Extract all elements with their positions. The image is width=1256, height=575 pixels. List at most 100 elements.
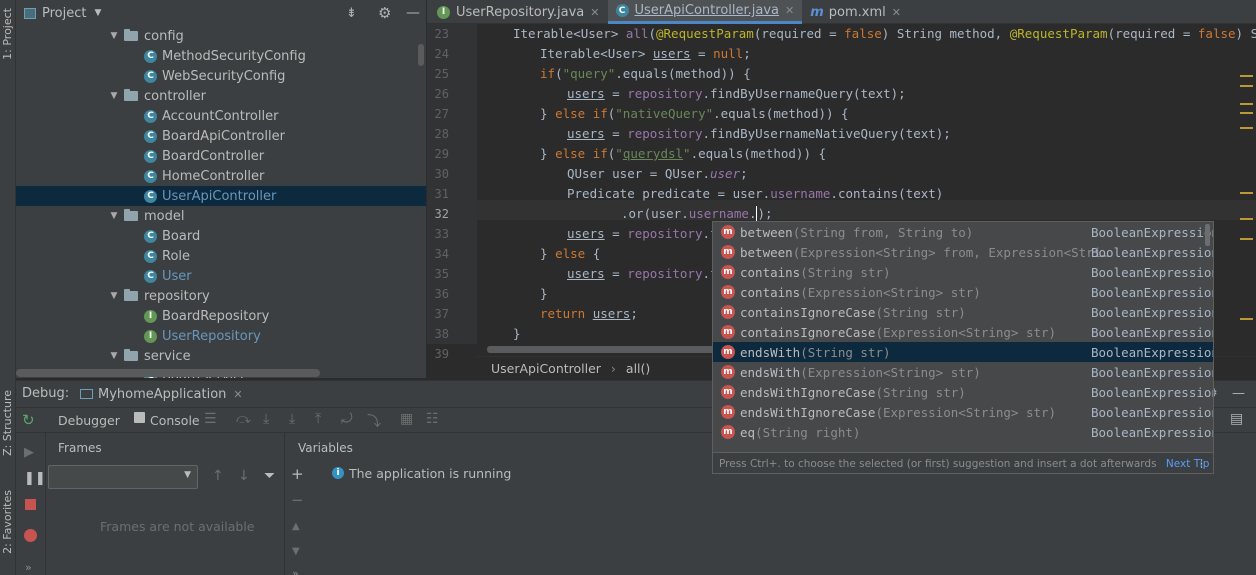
tree-item-homecontroller[interactable]: C HomeController <box>16 166 426 186</box>
tree-item-controller[interactable]: ▼ controller <box>16 86 426 106</box>
tree-item-board[interactable]: C Board <box>16 226 426 246</box>
tree-item-boardrepository[interactable]: I BoardRepository <box>16 306 426 326</box>
completion-item[interactable]: m endsWithIgnoreCase (String str) BooleanEx… <box>713 382 1213 402</box>
minimize-icon[interactable]: — <box>1232 386 1245 401</box>
move-up-icon[interactable]: ▲ <box>292 521 300 532</box>
debug-config-tab[interactable]: MyhomeApplication ✕ <box>80 381 243 407</box>
favorites-tool-button[interactable]: 2: Favorites <box>1 490 14 554</box>
completion-name: contains <box>740 264 801 280</box>
minus-icon[interactable]: − <box>291 491 304 509</box>
error-stripe-mark[interactable] <box>1240 318 1253 320</box>
tab-user-api-controller[interactable]: C UserApiController.java ✕ <box>607 0 803 24</box>
more-vert-icon[interactable]: ⋮ <box>1197 453 1208 473</box>
chevron-down-icon[interactable]: ▼ <box>108 211 120 221</box>
menu-icon[interactable]: ☰ <box>204 411 217 427</box>
completion-item[interactable]: m endsWith (Expression<String> str) Boolean… <box>713 362 1213 382</box>
tab-pom-xml[interactable]: m pom.xml ✕ <box>802 0 909 24</box>
running-message: The application is running <box>349 466 512 481</box>
collapse-all-icon[interactable]: ⇟ <box>346 6 357 21</box>
close-icon[interactable]: ✕ <box>892 6 901 19</box>
error-stripe-mark[interactable] <box>1240 127 1253 129</box>
popup-scrollbar[interactable] <box>1205 224 1210 246</box>
more-icon[interactable]: » <box>292 567 299 575</box>
step-into-icon[interactable]: ⤓ <box>263 411 269 427</box>
arrow-up-icon[interactable]: ↑ <box>212 468 224 484</box>
tree-item-service[interactable]: ▼ service <box>16 346 426 366</box>
error-stripe-mark[interactable] <box>1240 85 1253 87</box>
tree-item-model[interactable]: ▼ model <box>16 206 426 226</box>
error-stripe-mark[interactable] <box>1240 75 1253 77</box>
breadcrumb-class[interactable]: UserApiController <box>491 361 601 376</box>
stop-icon[interactable] <box>25 499 36 510</box>
force-step-into-icon[interactable]: ⤓ <box>289 411 295 427</box>
drop-frame-icon[interactable]: ⤾ <box>341 411 353 427</box>
chevron-down-icon[interactable]: ▼ <box>108 291 120 301</box>
tree-item-repository[interactable]: ▼ repository <box>16 286 426 306</box>
chevron-down-icon[interactable]: ▼ <box>108 351 120 361</box>
completion-item[interactable]: m endsWith (String str) BooleanExpression <box>713 342 1213 362</box>
minimize-icon[interactable]: — <box>406 5 420 21</box>
error-stripe-mark[interactable] <box>1240 238 1253 240</box>
structure-tool-button[interactable]: Z: Structure <box>1 390 14 456</box>
trace-icon[interactable]: ☷ <box>426 411 439 427</box>
filter-icon[interactable]: ⏷ <box>264 468 275 484</box>
error-stripe-mark[interactable] <box>1240 112 1253 114</box>
tab-user-repository[interactable]: I UserRepository.java ✕ <box>427 0 608 24</box>
completion-name: containsIgnoreCase <box>740 324 876 340</box>
tree-item-methodsecurityconfig[interactable]: C MethodSecurityConfig <box>16 46 426 66</box>
completion-item[interactable]: m contains (Expression<String> str) Boolean… <box>713 282 1213 302</box>
layout-icon[interactable]: ▤ <box>1230 411 1243 427</box>
completion-item[interactable]: m endsWithIgnoreCase (Expression<String> s… <box>713 402 1213 422</box>
completion-hint: Press Ctrl+. to choose the selected (or … <box>719 458 1157 470</box>
interface-icon: I <box>437 5 450 19</box>
breadcrumb-method[interactable]: all() <box>626 361 650 376</box>
tree-item-boardapicontroller[interactable]: C BoardApiController <box>16 126 426 146</box>
more-icon[interactable]: » <box>25 561 32 574</box>
step-over-icon[interactable]: ⤼ <box>236 411 251 427</box>
vertical-scrollbar[interactable] <box>418 44 424 66</box>
resume-icon[interactable]: ▶ <box>24 445 34 460</box>
tree-item-boardcontroller[interactable]: C BoardController <box>16 146 426 166</box>
completion-item[interactable]: m containsIgnoreCase (Expression<String> s… <box>713 322 1213 342</box>
step-out-icon[interactable]: ⤒ <box>315 411 321 427</box>
project-title[interactable]: Project <box>42 6 86 21</box>
tree-item-accountcontroller[interactable]: C AccountController <box>16 106 426 126</box>
chevron-down-icon[interactable]: ▼ <box>94 8 101 18</box>
completion-item[interactable]: m between (String from, String to) BooleanE… <box>713 222 1213 242</box>
horizontal-scrollbar[interactable] <box>16 369 320 377</box>
close-icon[interactable]: ✕ <box>590 6 599 19</box>
error-stripe-mark[interactable] <box>1240 218 1253 220</box>
error-stripe-mark[interactable] <box>1240 103 1253 105</box>
close-icon[interactable]: ✕ <box>785 4 794 17</box>
project-tool-button[interactable]: 1: Project <box>1 8 14 60</box>
move-down-icon[interactable]: ▼ <box>292 546 300 557</box>
pause-icon[interactable]: ❚❚ <box>24 471 46 486</box>
close-icon[interactable]: ✕ <box>233 388 242 401</box>
editor-hscrollbar[interactable] <box>487 346 737 353</box>
tree-item-userapicontroller[interactable]: C UserApiController <box>16 186 426 206</box>
rerun-icon[interactable]: ↻ <box>22 411 35 429</box>
completion-item[interactable]: m eq (String right) BooleanExpression <box>713 422 1213 442</box>
chevron-down-icon[interactable]: ▼ <box>108 91 120 101</box>
thread-selector[interactable]: ▼ <box>48 465 198 489</box>
chevron-down-icon[interactable]: ▼ <box>108 31 120 41</box>
completion-item[interactable]: m containsIgnoreCase (String str) BooleanEx… <box>713 302 1213 322</box>
run-to-cursor-icon[interactable]: ⤵ <box>367 411 381 431</box>
gear-icon[interactable]: ⚙ <box>378 4 391 22</box>
error-stripe-mark[interactable] <box>1240 192 1253 194</box>
tree-item-websecurityconfig[interactable]: C WebSecurityConfig <box>16 66 426 86</box>
arrow-down-icon[interactable]: ↓ <box>238 468 250 484</box>
completion-item[interactable]: m contains (String str) BooleanExpression <box>713 262 1213 282</box>
completion-item[interactable]: m between (Expression<String> from, Expres… <box>713 242 1213 262</box>
evaluate-icon[interactable]: ▦ <box>400 411 413 427</box>
tree-item-role[interactable]: C Role <box>16 246 426 266</box>
tab-console[interactable]: Console <box>150 413 200 428</box>
view-breakpoints-icon[interactable] <box>24 529 37 542</box>
plus-icon[interactable]: + <box>291 465 304 483</box>
tree-item-user[interactable]: C User <box>16 266 426 286</box>
code-line: users = repository.fir <box>567 266 733 281</box>
tree-item-config[interactable]: ▼ config <box>16 26 426 46</box>
code-line: users = repository.fir <box>567 226 733 241</box>
tree-item-userrepository[interactable]: I UserRepository <box>16 326 426 346</box>
tab-debugger[interactable]: Debugger <box>58 413 120 428</box>
